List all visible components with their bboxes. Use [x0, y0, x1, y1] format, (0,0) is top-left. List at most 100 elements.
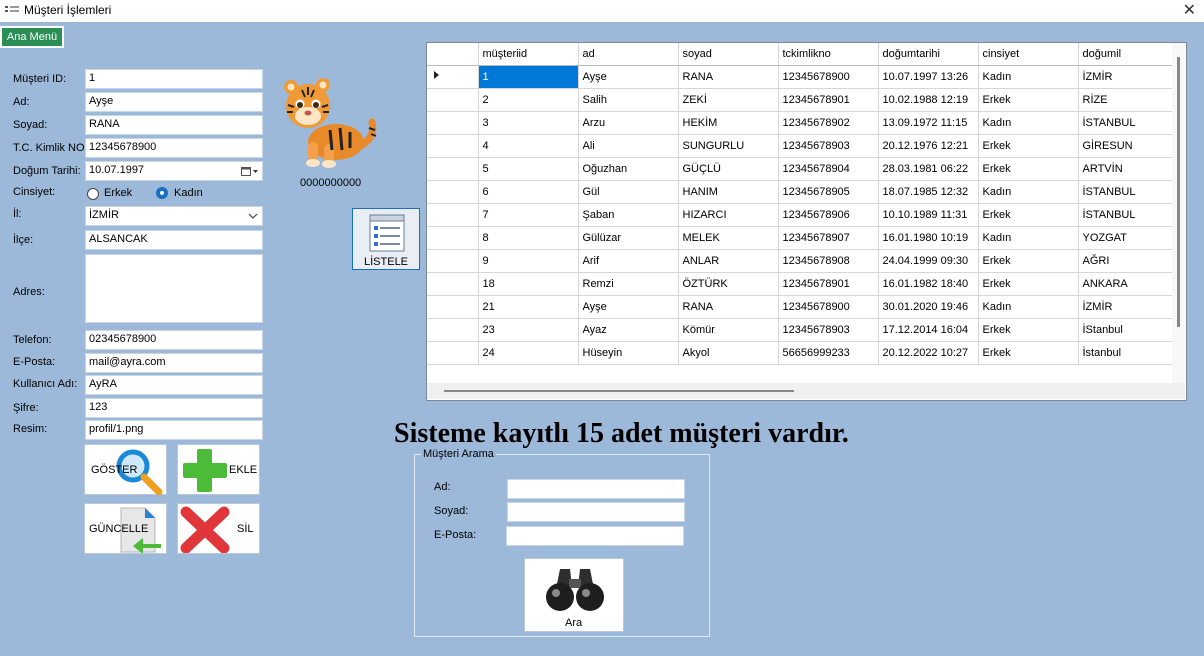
table-cell[interactable]: İZMİR	[1078, 295, 1179, 319]
table-row[interactable]: 9 Arif ANLAR 12345678908 24.04.1999 09:30 Erk…	[427, 249, 1179, 273]
table-cell[interactable]: İSTANBUL	[1078, 180, 1179, 204]
address-textarea[interactable]	[85, 254, 263, 323]
table-cell[interactable]: Erkek	[978, 341, 1079, 365]
table-cell[interactable]: 9	[478, 249, 579, 273]
table-cell[interactable]: 20.12.1976 12:21	[878, 134, 979, 158]
table-cell[interactable]: 10.10.1989 11:31	[878, 203, 979, 227]
calendar-icon[interactable]	[241, 166, 259, 177]
close-icon[interactable]: ✕	[1183, 0, 1196, 20]
table-cell[interactable]: 16.01.1982 18:40	[878, 272, 979, 296]
table-cell[interactable]: Gülüzar	[578, 226, 679, 250]
table-cell[interactable]: 1	[478, 65, 579, 89]
table-row[interactable]: 6 Gül HANIM 12345678905 18.07.1985 12:32 Kadı…	[427, 180, 1179, 204]
table-cell[interactable]: RİZE	[1078, 88, 1179, 112]
table-row[interactable]: 24 Hüseyin Akyol 56656999233 20.12.2022 10:2…	[427, 341, 1179, 365]
customer-grid[interactable]: müşteriid ad soyad tckimlikno doğumtarih…	[426, 42, 1187, 401]
table-cell[interactable]: 12345678900	[778, 65, 879, 89]
table-cell[interactable]: Gül	[578, 180, 679, 204]
table-cell[interactable]: Kadın	[978, 111, 1079, 135]
table-row[interactable]: 1 Ayşe RANA 12345678900 10.07.1997 13:26 Kadı…	[427, 65, 1179, 89]
table-cell[interactable]: Erkek	[978, 249, 1079, 273]
table-cell[interactable]: 7	[478, 203, 579, 227]
table-cell[interactable]: Erkek	[978, 157, 1079, 181]
table-cell[interactable]: ANLAR	[678, 249, 779, 273]
table-cell[interactable]: İSTANBUL	[1078, 111, 1179, 135]
row-header[interactable]	[427, 180, 479, 204]
search-button[interactable]: Ara	[524, 558, 624, 632]
col-header[interactable]: doğumtarihi	[878, 43, 979, 66]
grid-horizontal-scrollbar[interactable]	[427, 383, 1185, 399]
table-cell[interactable]: İstanbul	[1078, 341, 1179, 365]
table-cell[interactable]: Kömür	[678, 318, 779, 342]
table-cell[interactable]: SUNGURLU	[678, 134, 779, 158]
col-header[interactable]: tckimlikno	[778, 43, 879, 66]
table-cell[interactable]: İStanbul	[1078, 318, 1179, 342]
table-cell[interactable]: RANA	[678, 65, 779, 89]
table-cell[interactable]: 8	[478, 226, 579, 250]
table-cell[interactable]: 17.12.2014 16:04	[878, 318, 979, 342]
search-surname-input[interactable]	[507, 502, 685, 522]
col-header[interactable]: müşteriid	[478, 43, 579, 66]
table-cell[interactable]: RANA	[678, 295, 779, 319]
table-cell[interactable]: 5	[478, 157, 579, 181]
table-cell[interactable]: İZMİR	[1078, 65, 1179, 89]
image-path-field[interactable]: profil/1.png	[85, 420, 263, 440]
username-field[interactable]: AyRA	[85, 375, 263, 395]
table-cell[interactable]: Erkek	[978, 88, 1079, 112]
email-field[interactable]: mail@ayra.com	[85, 353, 263, 373]
table-cell[interactable]: 12345678906	[778, 203, 879, 227]
table-cell[interactable]: İSTANBUL	[1078, 203, 1179, 227]
row-header[interactable]	[427, 203, 479, 227]
table-cell[interactable]: 12345678903	[778, 318, 879, 342]
table-cell[interactable]: Ayşe	[578, 65, 679, 89]
table-row[interactable]: 21 Ayşe RANA 12345678900 30.01.2020 19:46 Kad…	[427, 295, 1179, 319]
search-name-input[interactable]	[507, 479, 685, 499]
row-header[interactable]	[427, 111, 479, 135]
table-cell[interactable]: Kadın	[978, 180, 1079, 204]
table-cell[interactable]: Arif	[578, 249, 679, 273]
phone-field[interactable]: 02345678900	[85, 330, 263, 350]
row-header[interactable]	[427, 226, 479, 250]
table-cell[interactable]: 12345678904	[778, 157, 879, 181]
table-cell[interactable]: ZEKİ	[678, 88, 779, 112]
table-cell[interactable]: 12345678903	[778, 134, 879, 158]
table-cell[interactable]: 12345678908	[778, 249, 879, 273]
table-cell[interactable]: 30.01.2020 19:46	[878, 295, 979, 319]
table-cell[interactable]: YOZGAT	[1078, 226, 1179, 250]
table-cell[interactable]: Remzi	[578, 272, 679, 296]
last-name-field[interactable]: RANA	[85, 115, 263, 135]
col-header[interactable]: doğumil	[1078, 43, 1179, 66]
table-cell[interactable]: Oğuzhan	[578, 157, 679, 181]
horizontal-scroll-thumb[interactable]	[444, 390, 794, 392]
table-cell[interactable]: 10.02.1988 12:19	[878, 88, 979, 112]
table-cell[interactable]: 23	[478, 318, 579, 342]
show-button[interactable]: GÖSTER	[84, 444, 167, 495]
table-cell[interactable]: Ali	[578, 134, 679, 158]
table-cell[interactable]: Arzu	[578, 111, 679, 135]
table-cell[interactable]: 24	[478, 341, 579, 365]
table-row[interactable]: 2 Salih ZEKİ 12345678901 10.02.1988 12:19 Erk…	[427, 88, 1179, 112]
list-button[interactable]: LİSTELE	[352, 208, 420, 270]
search-email-input[interactable]	[506, 526, 684, 546]
table-cell[interactable]: HANIM	[678, 180, 779, 204]
main-menu-button[interactable]: Ana Menü	[0, 26, 64, 48]
table-cell[interactable]: HEKİM	[678, 111, 779, 135]
table-cell[interactable]: 18.07.1985 12:32	[878, 180, 979, 204]
table-cell[interactable]: 10.07.1997 13:26	[878, 65, 979, 89]
table-cell[interactable]: Erkek	[978, 203, 1079, 227]
password-field[interactable]: 123	[85, 398, 263, 418]
table-cell[interactable]: 12345678901	[778, 88, 879, 112]
row-header[interactable]	[427, 249, 479, 273]
table-cell[interactable]: 21	[478, 295, 579, 319]
row-header[interactable]	[427, 295, 479, 319]
row-header[interactable]	[427, 88, 479, 112]
grid-vertical-scrollbar[interactable]	[1172, 43, 1185, 383]
table-cell[interactable]: 12345678900	[778, 295, 879, 319]
city-select[interactable]: İZMİR	[85, 206, 263, 226]
row-header[interactable]	[427, 272, 479, 296]
table-cell[interactable]: HIZARCI	[678, 203, 779, 227]
tc-number-field[interactable]: 12345678900	[85, 138, 263, 158]
table-row[interactable]: 18 Remzi ÖZTÜRK 12345678901 16.01.1982 18:40…	[427, 272, 1179, 296]
table-cell[interactable]: 20.12.2022 10:27	[878, 341, 979, 365]
table-cell[interactable]: MELEK	[678, 226, 779, 250]
